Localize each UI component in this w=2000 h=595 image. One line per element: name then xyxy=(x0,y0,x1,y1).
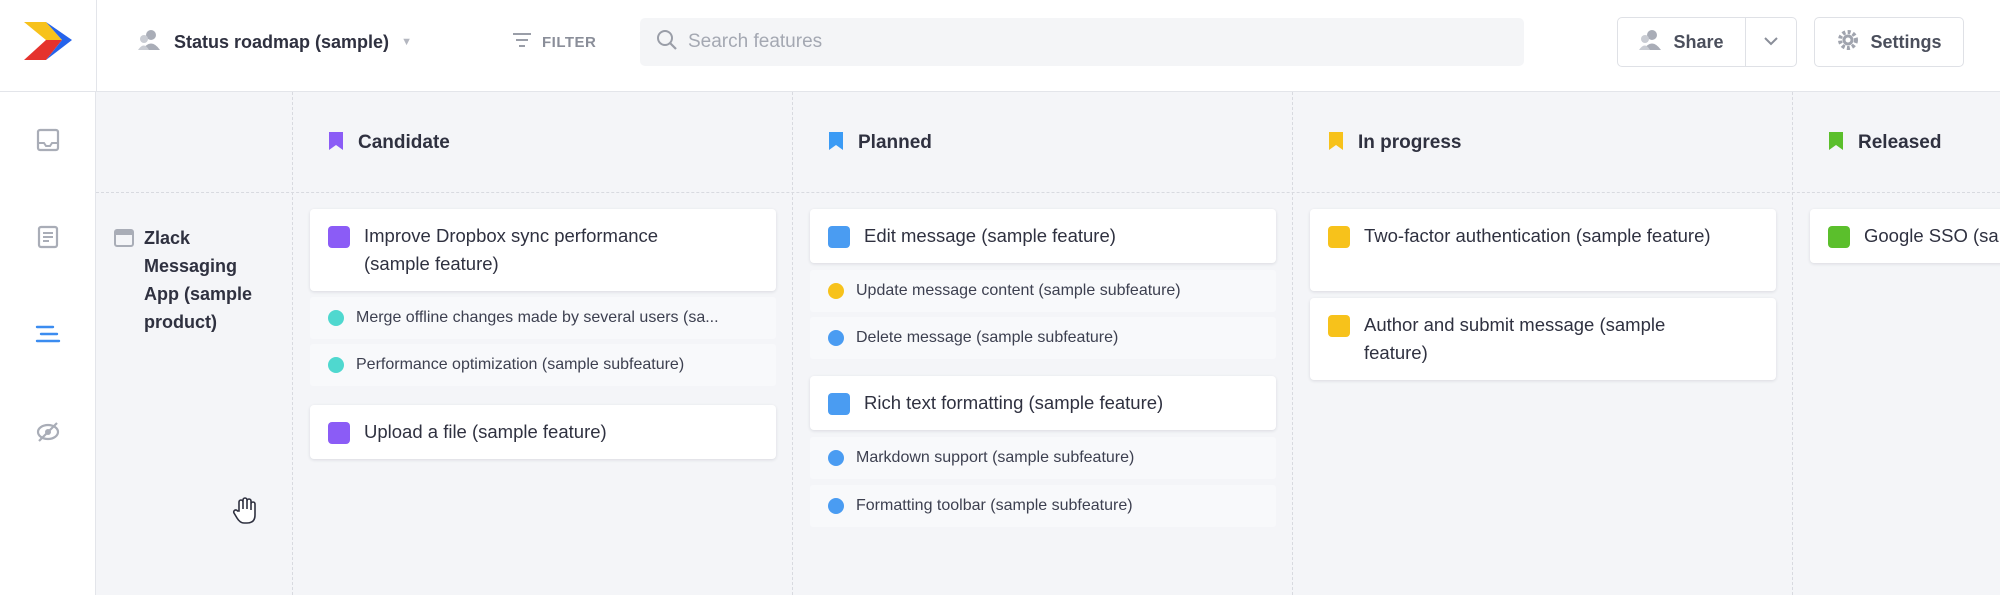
subfeature-dot xyxy=(328,357,344,373)
app-logo[interactable] xyxy=(22,20,74,62)
bookmark-icon xyxy=(1828,131,1844,156)
settings-label: Settings xyxy=(1870,31,1942,52)
share-button[interactable]: Share xyxy=(1618,18,1746,66)
feature-status-square xyxy=(328,226,350,248)
product-icon xyxy=(114,228,134,336)
roadmap-users-icon xyxy=(138,29,162,56)
product-name: Zlack Messaging App (sample product) xyxy=(144,228,253,332)
search-input[interactable] xyxy=(688,31,1488,53)
gear-icon xyxy=(1836,28,1860,57)
header-row-divider xyxy=(96,192,2000,193)
filter-button[interactable]: FILTER xyxy=(512,28,596,56)
feature-card[interactable]: Author and submit message (sample featur… xyxy=(1310,298,1776,380)
bookmark-icon xyxy=(328,131,344,156)
subfeature-row[interactable]: Update message content (sample subfeatur… xyxy=(810,270,1276,312)
feature-label: Rich text formatting (sample feature) xyxy=(864,392,1164,413)
feature-status-square xyxy=(1328,226,1350,248)
column-title: Candidate xyxy=(358,132,450,153)
bookmark-icon xyxy=(828,131,844,156)
feature-card[interactable]: Google SSO (sar xyxy=(1810,209,2000,263)
subfeature-row[interactable]: Markdown support (sample subfeature) xyxy=(810,437,1276,479)
hidden-icon[interactable] xyxy=(28,412,68,452)
column-header-in-progress[interactable]: In progress xyxy=(1328,128,1461,158)
column-divider xyxy=(1792,92,1793,595)
subfeature-dot xyxy=(828,330,844,346)
share-dropdown-button[interactable] xyxy=(1746,18,1796,66)
bookmark-icon xyxy=(1328,131,1344,156)
column-title: Planned xyxy=(858,132,932,153)
share-users-icon xyxy=(1639,29,1663,56)
column-divider xyxy=(792,92,793,595)
roadmap-board: Candidate Planned In progress Released Z… xyxy=(96,92,2000,595)
subfeature-row[interactable]: Formatting toolbar (sample subfeature) xyxy=(810,485,1276,527)
feature-card[interactable]: Two-factor authentication (sample featur… xyxy=(1310,209,1776,291)
feature-card[interactable]: Improve Dropbox sync performance (sample… xyxy=(310,209,776,291)
subfeature-row[interactable]: Merge offline changes made by several us… xyxy=(310,297,776,339)
roadmap-name: Status roadmap (sample) xyxy=(174,31,390,52)
column-title: Released xyxy=(1858,132,1942,153)
chevron-down-icon: ▼ xyxy=(401,36,412,48)
subfeature-label: Delete message (sample subfeature) xyxy=(856,329,1119,346)
share-button-group: Share xyxy=(1617,17,1797,67)
hand-cursor-icon xyxy=(232,497,258,530)
column-header-planned[interactable]: Planned xyxy=(828,128,932,158)
feature-label: Author and submit message (sample featur… xyxy=(1364,314,1666,363)
subfeature-dot xyxy=(328,310,344,326)
subfeature-row[interactable]: Delete message (sample subfeature) xyxy=(810,317,1276,359)
feature-label: Improve Dropbox sync performance (sample… xyxy=(364,225,659,274)
top-bar: Status roadmap (sample) ▼ FILTER Share xyxy=(0,0,2000,92)
subfeature-dot xyxy=(828,450,844,466)
product-row-label[interactable]: Zlack Messaging App (sample product) xyxy=(114,224,254,336)
feature-card[interactable]: Rich text formatting (sample feature) xyxy=(810,376,1276,430)
subfeature-label: Update message content (sample subfeatur… xyxy=(856,282,1181,299)
feature-label: Upload a file (sample feature) xyxy=(364,421,607,442)
roadmap-selector[interactable]: Status roadmap (sample) ▼ xyxy=(138,28,412,56)
subfeature-label: Merge offline changes made by several us… xyxy=(356,309,719,326)
chevron-down-icon xyxy=(1763,33,1779,51)
filter-icon xyxy=(512,31,532,54)
feature-status-square xyxy=(328,422,350,444)
column-header-released[interactable]: Released xyxy=(1828,128,1941,158)
feature-status-square xyxy=(828,226,850,248)
subfeature-dot xyxy=(828,283,844,299)
subfeature-row[interactable]: Performance optimization (sample subfeat… xyxy=(310,344,776,386)
subfeature-label: Formatting toolbar (sample subfeature) xyxy=(856,497,1133,514)
column-divider xyxy=(1292,92,1293,595)
inbox-icon[interactable] xyxy=(28,120,68,160)
feature-card[interactable]: Edit message (sample feature) xyxy=(810,209,1276,263)
roadmap-icon[interactable] xyxy=(28,314,68,354)
feature-status-square xyxy=(1828,226,1850,248)
search-box[interactable] xyxy=(640,18,1524,66)
feature-label: Two-factor authentication (sample featur… xyxy=(1364,225,1711,246)
notes-icon[interactable] xyxy=(28,217,68,257)
column-header-candidate[interactable]: Candidate xyxy=(328,128,450,158)
feature-label: Google SSO (sar xyxy=(1864,225,2000,246)
column-title: In progress xyxy=(1358,132,1462,153)
topbar-divider xyxy=(96,0,97,92)
column-divider xyxy=(292,92,293,595)
search-icon xyxy=(656,29,678,56)
feature-label: Edit message (sample feature) xyxy=(864,225,1116,246)
filter-label: FILTER xyxy=(542,33,597,51)
feature-status-square xyxy=(1328,315,1350,337)
subfeature-dot xyxy=(828,498,844,514)
left-nav xyxy=(0,92,96,595)
settings-button[interactable]: Settings xyxy=(1814,17,1964,67)
feature-card[interactable]: Upload a file (sample feature) xyxy=(310,405,776,459)
subfeature-label: Performance optimization (sample subfeat… xyxy=(356,356,685,373)
feature-status-square xyxy=(828,393,850,415)
subfeature-label: Markdown support (sample subfeature) xyxy=(856,449,1135,466)
share-label: Share xyxy=(1673,31,1724,52)
